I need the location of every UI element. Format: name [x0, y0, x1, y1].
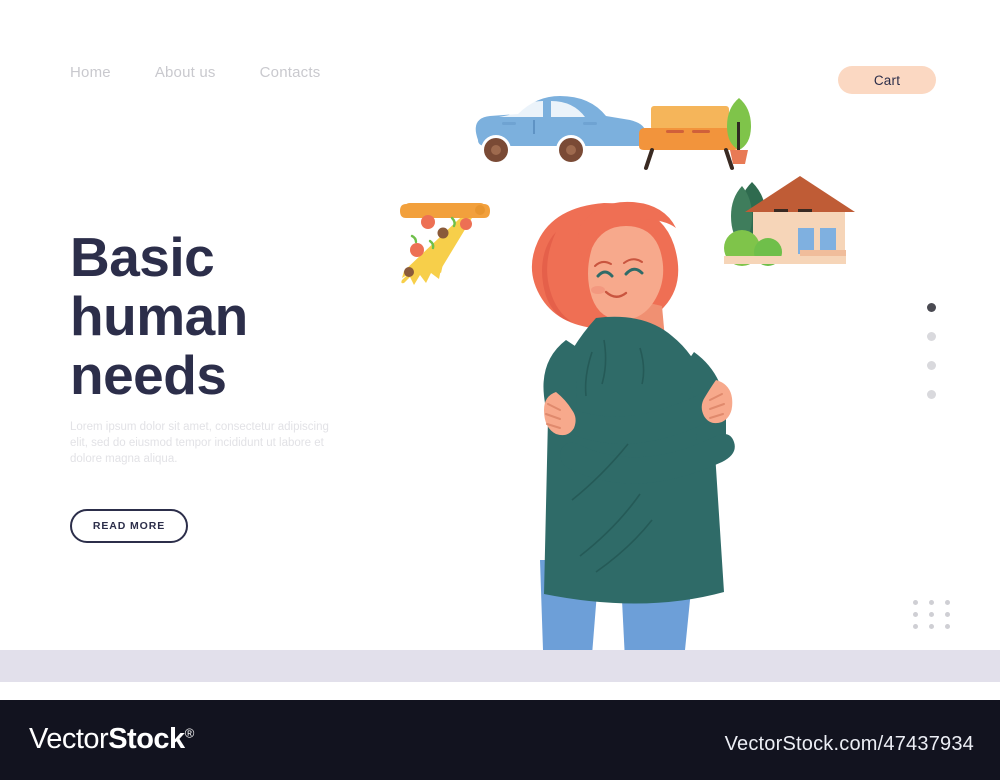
- grid-dot: [913, 624, 918, 629]
- carousel-pagination: [927, 303, 936, 419]
- carousel-dot-1[interactable]: [927, 303, 936, 312]
- watermark-url: VectorStock.com/47437934: [724, 733, 974, 755]
- grid-dot: [929, 600, 934, 605]
- grid-dot: [945, 624, 950, 629]
- house-illustration: [724, 176, 855, 266]
- nav-item-home[interactable]: Home: [70, 64, 111, 81]
- grid-dot: [913, 600, 918, 605]
- main-navigation: Home About us Contacts: [70, 64, 320, 81]
- logo-text-stock: Stock: [108, 723, 185, 755]
- grid-dot: [929, 624, 934, 629]
- hero-section: Basic human needs Lorem ipsum dolor sit …: [70, 228, 370, 543]
- page-title-line-3: needs: [70, 344, 227, 406]
- page-title-line-1: Basic: [70, 226, 215, 288]
- ground-band: [0, 650, 1000, 682]
- bench-illustration: [639, 106, 739, 170]
- nav-item-contacts[interactable]: Contacts: [260, 64, 321, 81]
- carousel-dot-2[interactable]: [927, 332, 936, 341]
- read-more-button[interactable]: READ MORE: [70, 509, 188, 543]
- grid-dot: [945, 600, 950, 605]
- grid-dot: [929, 612, 934, 617]
- logo-text-vector: Vector: [29, 723, 109, 755]
- pizza-slice-illustration: [400, 203, 490, 285]
- landing-page-screenshot: Home About us Contacts Cart Basic human …: [0, 0, 1000, 780]
- carousel-dot-3[interactable]: [927, 361, 936, 370]
- nav-item-about-us[interactable]: About us: [155, 64, 216, 81]
- hero-description: Lorem ipsum dolor sit amet, consectetur …: [70, 421, 329, 465]
- potted-plant-illustration: [727, 98, 751, 164]
- cart-button[interactable]: Cart: [838, 66, 936, 94]
- dot-grid-decoration: [913, 600, 954, 629]
- woman-hugging-herself-illustration: [531, 201, 735, 680]
- page-title: Basic human needs: [70, 228, 370, 405]
- vectorstock-logo: VectorStock®: [29, 723, 194, 756]
- page-title-line-2: human: [70, 285, 248, 347]
- registered-trademark-icon: ®: [184, 725, 195, 741]
- grid-dot: [945, 612, 950, 617]
- car-illustration: [475, 96, 646, 165]
- carousel-dot-4[interactable]: [927, 390, 936, 399]
- grid-dot: [913, 612, 918, 617]
